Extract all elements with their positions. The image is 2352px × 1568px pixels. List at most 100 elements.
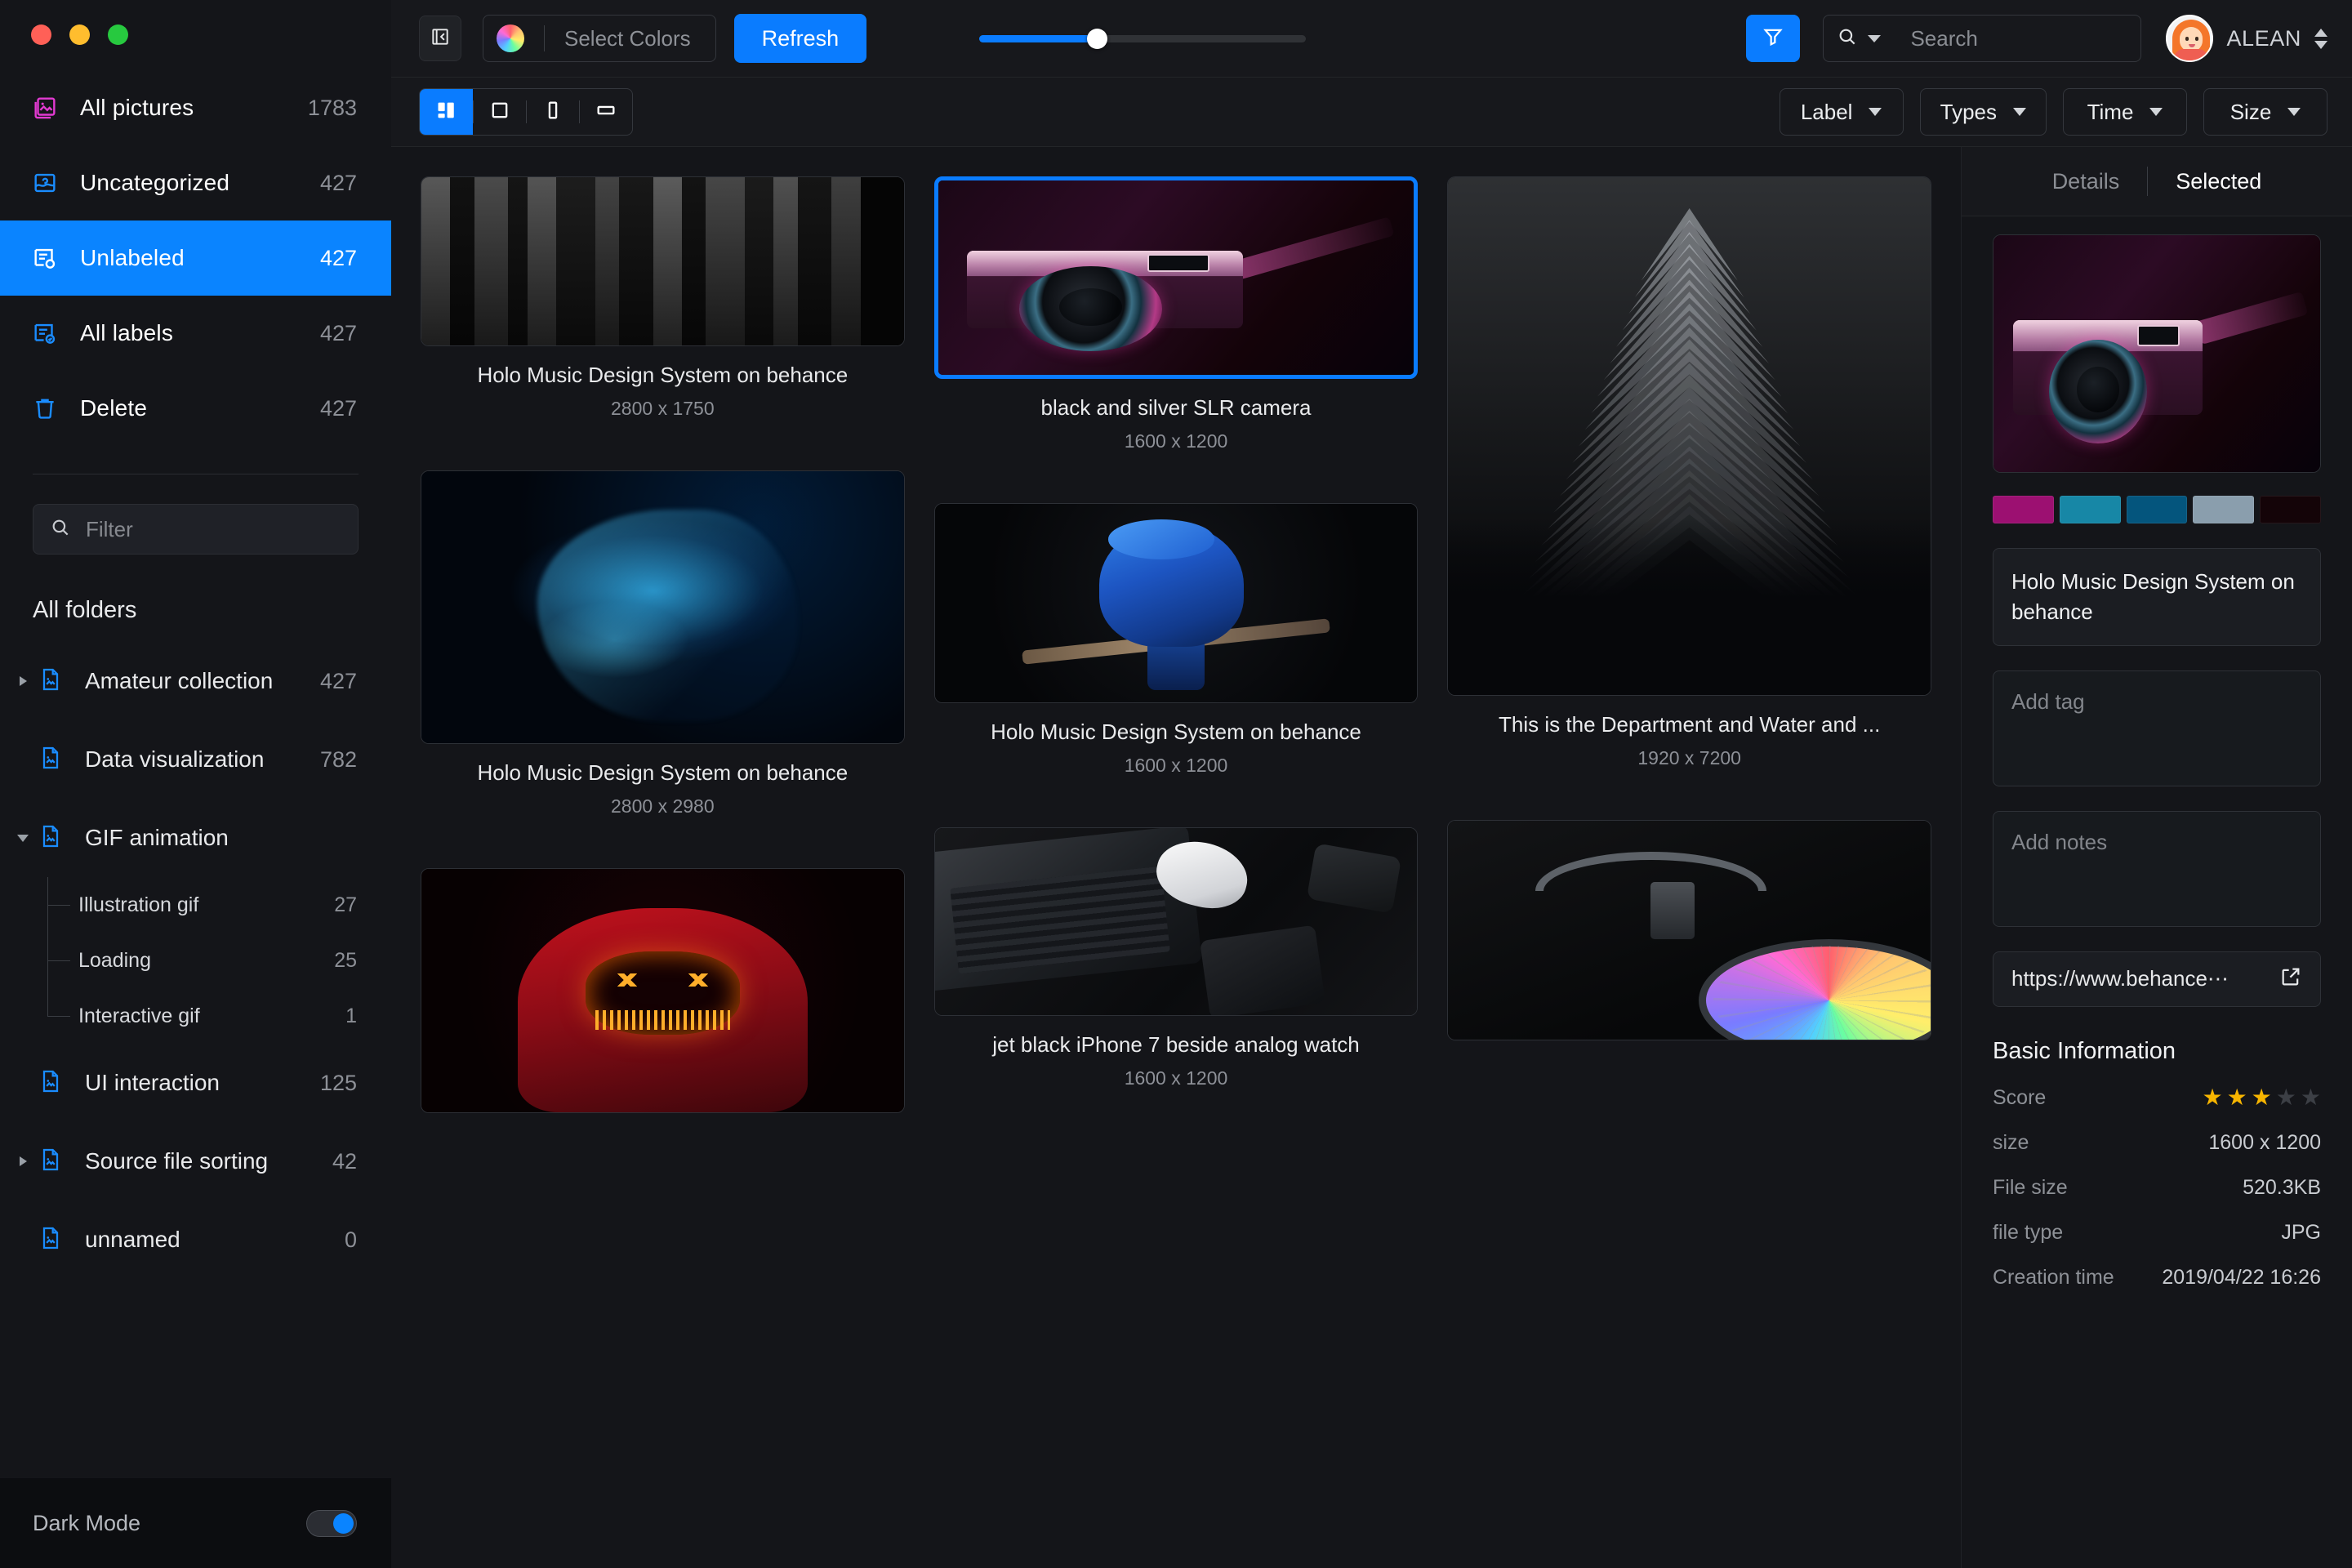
gallery-card[interactable]: This is the Department and Water and ...… bbox=[1447, 176, 1932, 769]
chevron-down-icon[interactable] bbox=[1868, 34, 1882, 42]
folder-item-unnamed[interactable]: unnamed 0 bbox=[0, 1200, 391, 1279]
thumbnail[interactable] bbox=[421, 470, 905, 744]
info-row-size: size 1600 x 1200 bbox=[1993, 1131, 2321, 1155]
folder-child-loading[interactable]: Loading 25 bbox=[0, 933, 391, 988]
gallery-column-2: black and silver SLR camera 1600 x 1200 … bbox=[933, 176, 1419, 1568]
thumbnail[interactable] bbox=[421, 176, 905, 346]
maximize-window-button[interactable] bbox=[108, 24, 128, 45]
source-link-field[interactable]: https://www.behance⋯ bbox=[1993, 951, 2321, 1007]
folder-child-illustration-gif[interactable]: Illustration gif 27 bbox=[0, 877, 391, 933]
thumbnail[interactable] bbox=[1447, 176, 1932, 696]
toolbar-primary: Select Colors Refresh Search ALEAN bbox=[391, 0, 2352, 78]
filter-box[interactable] bbox=[33, 504, 359, 555]
filter-label-dropdown[interactable]: Label bbox=[1779, 88, 1904, 136]
color-swatch-5[interactable] bbox=[2260, 496, 2321, 523]
star-icon[interactable]: ★ bbox=[2202, 1086, 2222, 1109]
chevron-down-icon[interactable] bbox=[11, 834, 34, 842]
filter-pill-label: Time bbox=[2087, 99, 2134, 124]
chevron-right-icon[interactable] bbox=[11, 1156, 34, 1166]
gallery-card[interactable] bbox=[1447, 820, 1932, 1040]
folder-child-count: 25 bbox=[334, 948, 357, 972]
gallery-card[interactable] bbox=[421, 868, 905, 1113]
card-title: Holo Music Design System on behance bbox=[991, 719, 1361, 744]
sidebar-item-delete[interactable]: Delete 427 bbox=[0, 371, 391, 446]
tab-details[interactable]: Details bbox=[2025, 169, 2148, 194]
folder-label: Data visualization bbox=[85, 746, 265, 772]
search-input[interactable] bbox=[1910, 25, 2185, 51]
sidebar-item-all-labels[interactable]: All labels 427 bbox=[0, 296, 391, 371]
color-swatch-3[interactable] bbox=[2126, 496, 2188, 523]
tab-selected[interactable]: Selected bbox=[2148, 169, 2289, 194]
card-size: 2800 x 2980 bbox=[611, 795, 715, 817]
filter-input[interactable] bbox=[86, 516, 359, 542]
gallery-card[interactable]: Holo Music Design System on behance 2800… bbox=[421, 176, 905, 420]
folder-item-data-visualization[interactable]: Data visualization 782 bbox=[0, 720, 391, 799]
thumbnail[interactable] bbox=[933, 503, 1419, 703]
card-title: jet black iPhone 7 beside analog watch bbox=[992, 1032, 1360, 1057]
minimize-window-button[interactable] bbox=[69, 24, 90, 45]
folder-item-gif-animation[interactable]: GIF animation bbox=[0, 799, 391, 877]
select-colors-button[interactable]: Select Colors bbox=[483, 15, 716, 62]
external-link-icon[interactable] bbox=[2279, 965, 2302, 992]
image-file-icon bbox=[38, 666, 70, 697]
star-icon[interactable]: ★ bbox=[2276, 1086, 2296, 1109]
filter-funnel-button[interactable] bbox=[1746, 15, 1801, 62]
star-icon[interactable]: ★ bbox=[2301, 1086, 2321, 1109]
folder-label: unnamed bbox=[85, 1227, 180, 1252]
score-stars[interactable]: ★ ★ ★ ★ ★ bbox=[2202, 1086, 2321, 1109]
folder-item-source-file-sorting[interactable]: Source file sorting 42 bbox=[0, 1122, 391, 1200]
add-notes-field[interactable]: Add notes bbox=[1993, 810, 2321, 927]
dark-mode-toggle[interactable] bbox=[306, 1509, 357, 1537]
dark-mode-label: Dark Mode bbox=[33, 1510, 141, 1535]
color-swatch-1[interactable] bbox=[1993, 496, 2054, 523]
collapse-sidebar-button[interactable] bbox=[419, 16, 461, 61]
gallery-column-3: This is the Department and Water and ...… bbox=[1447, 176, 1932, 1568]
folder-child-label: Loading bbox=[78, 948, 151, 972]
view-mode-grid[interactable] bbox=[420, 89, 473, 135]
preview-image[interactable] bbox=[1993, 234, 2321, 473]
pictures-icon bbox=[31, 94, 65, 122]
color-swatch-4[interactable] bbox=[2193, 496, 2255, 523]
close-window-button[interactable] bbox=[31, 24, 51, 45]
thumbnail[interactable] bbox=[1447, 820, 1932, 1040]
sidebar-item-label: All labels bbox=[80, 320, 174, 345]
thumbnail[interactable] bbox=[933, 827, 1419, 1016]
filter-size-dropdown[interactable]: Size bbox=[2203, 88, 2328, 136]
star-icon[interactable]: ★ bbox=[2252, 1086, 2272, 1109]
sidebar-item-uncategorized[interactable]: Uncategorized 427 bbox=[0, 145, 391, 220]
image-title-field[interactable]: Holo Music Design System on behance bbox=[1993, 548, 2321, 646]
folder-child-interactive-gif[interactable]: Interactive gif 1 bbox=[0, 988, 391, 1044]
updown-chevrons-icon[interactable] bbox=[2314, 28, 2328, 49]
gallery-card[interactable]: Holo Music Design System on behance 1600… bbox=[933, 503, 1419, 777]
add-notes-placeholder: Add notes bbox=[2011, 829, 2108, 854]
thumbnail[interactable] bbox=[421, 868, 905, 1113]
search-box[interactable] bbox=[1823, 15, 2185, 62]
folder-count: 0 bbox=[344, 1227, 357, 1252]
thumbnail-size-slider[interactable] bbox=[979, 0, 1307, 78]
add-tag-field[interactable]: Add tag bbox=[1993, 670, 2321, 786]
uncategorized-icon bbox=[31, 169, 65, 197]
folder-item-ui-interaction[interactable]: UI interaction 125 bbox=[0, 1044, 391, 1122]
filter-time-dropdown[interactable]: Time bbox=[2063, 88, 2187, 136]
thumbnail-selected[interactable] bbox=[933, 176, 1419, 379]
details-panel-body: Holo Music Design System on behance Add … bbox=[1962, 216, 2352, 1290]
info-value: 2019/04/22 16:26 bbox=[2162, 1265, 2321, 1289]
color-swatch-2[interactable] bbox=[2059, 496, 2121, 523]
sidebar-item-all-pictures[interactable]: All pictures 1783 bbox=[0, 70, 391, 145]
gallery-card-selected[interactable]: black and silver SLR camera 1600 x 1200 bbox=[933, 176, 1419, 452]
gallery-card[interactable]: Holo Music Design System on behance 2800… bbox=[421, 470, 905, 817]
refresh-button[interactable]: Refresh bbox=[733, 14, 867, 63]
folder-item-amateur-collection[interactable]: Amateur collection 427 bbox=[0, 642, 391, 720]
view-mode-portrait[interactable] bbox=[526, 89, 579, 135]
view-mode-wide[interactable] bbox=[579, 89, 632, 135]
slider-knob[interactable] bbox=[1087, 28, 1108, 49]
filter-types-dropdown[interactable]: Types bbox=[1919, 88, 2047, 136]
gallery-card[interactable]: jet black iPhone 7 beside analog watch 1… bbox=[933, 827, 1419, 1089]
sidebar-item-unlabeled[interactable]: Unlabeled 427 bbox=[0, 220, 391, 296]
sidebar-item-count: 427 bbox=[319, 170, 357, 195]
portrait-icon bbox=[541, 99, 564, 126]
chevron-right-icon[interactable] bbox=[11, 676, 34, 686]
user-menu[interactable]: ALEAN bbox=[2166, 15, 2328, 62]
star-icon[interactable]: ★ bbox=[2227, 1086, 2247, 1109]
view-mode-square[interactable] bbox=[473, 89, 526, 135]
